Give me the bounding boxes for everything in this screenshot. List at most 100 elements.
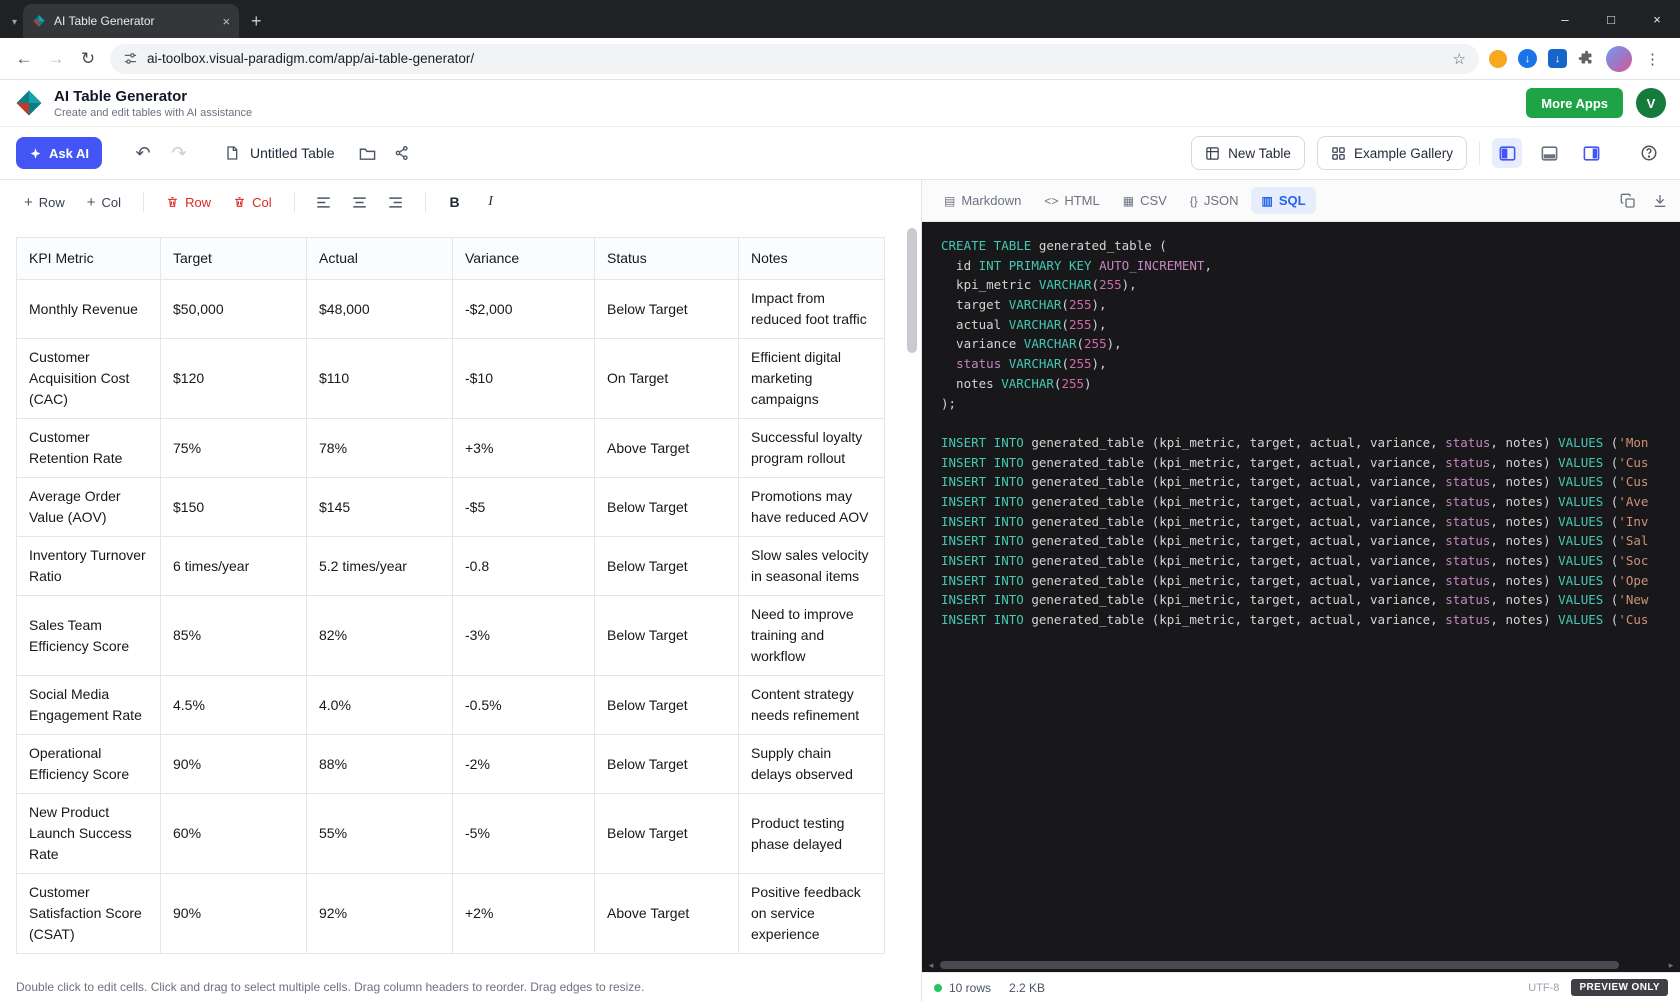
column-header[interactable]: Target xyxy=(161,238,307,280)
tab-search-chevron-icon[interactable]: ▾ xyxy=(12,17,17,28)
layout-panel-right-button[interactable] xyxy=(1576,138,1606,168)
forward-button[interactable]: → xyxy=(40,43,72,75)
delete-row-button[interactable]: Row xyxy=(158,189,219,216)
table-cell[interactable]: 92% xyxy=(307,874,453,954)
window-maximize-button[interactable]: □ xyxy=(1588,0,1634,38)
table-cell[interactable]: 88% xyxy=(307,735,453,794)
table-cell[interactable]: Above Target xyxy=(595,874,739,954)
add-row-button[interactable]: + Row xyxy=(16,189,73,216)
horizontal-scrollbar[interactable]: ◂ ▸ xyxy=(922,958,1680,972)
table-cell[interactable]: Promotions may have reduced AOV xyxy=(739,478,885,537)
table-cell[interactable]: Below Target xyxy=(595,676,739,735)
table-cell[interactable]: Sales Team Efficiency Score xyxy=(17,596,161,676)
table-cell[interactable]: -0.5% xyxy=(453,676,595,735)
table-cell[interactable]: 85% xyxy=(161,596,307,676)
table-cell[interactable]: -3% xyxy=(453,596,595,676)
table-cell[interactable]: Average Order Value (AOV) xyxy=(17,478,161,537)
table-cell[interactable]: 5.2 times/year xyxy=(307,537,453,596)
table-cell[interactable]: 4.0% xyxy=(307,676,453,735)
browser-tab[interactable]: AI Table Generator × xyxy=(23,4,239,38)
open-folder-icon[interactable] xyxy=(359,146,376,161)
refresh-button[interactable]: ↻ xyxy=(72,43,104,75)
column-header[interactable]: Variance xyxy=(453,238,595,280)
document-title[interactable]: Untitled Table xyxy=(250,145,335,161)
table-cell[interactable]: Below Target xyxy=(595,794,739,874)
window-minimize-button[interactable]: – xyxy=(1542,0,1588,38)
ask-ai-button[interactable]: Ask AI xyxy=(16,137,102,169)
table-cell[interactable]: Below Target xyxy=(595,478,739,537)
extension-download-square-icon[interactable]: ↓ xyxy=(1548,49,1567,68)
table-cell[interactable]: 4.5% xyxy=(161,676,307,735)
align-right-button[interactable] xyxy=(381,188,411,216)
align-center-button[interactable] xyxy=(345,188,375,216)
table-cell[interactable]: -5% xyxy=(453,794,595,874)
italic-button[interactable]: I xyxy=(476,188,506,216)
bold-button[interactable]: B xyxy=(440,188,470,216)
table-cell[interactable]: -0.8 xyxy=(453,537,595,596)
url-bar[interactable]: ai-toolbox.visual-paradigm.com/app/ai-ta… xyxy=(110,44,1479,74)
table-cell[interactable]: $145 xyxy=(307,478,453,537)
export-tab-markdown[interactable]: ▤Markdown xyxy=(934,187,1031,214)
user-avatar[interactable]: V xyxy=(1636,88,1666,118)
table-cell[interactable]: -$5 xyxy=(453,478,595,537)
table-cell[interactable]: 6 times/year xyxy=(161,537,307,596)
redo-button[interactable]: ↷ xyxy=(164,143,194,164)
tab-close-icon[interactable]: × xyxy=(222,15,230,28)
vertical-scrollbar[interactable] xyxy=(907,226,917,968)
add-col-button[interactable]: + Col xyxy=(79,189,129,216)
column-header[interactable]: Status xyxy=(595,238,739,280)
column-header[interactable]: Actual xyxy=(307,238,453,280)
browser-menu-icon[interactable]: ⋮ xyxy=(1645,50,1660,68)
table-cell[interactable]: Content strategy needs refinement xyxy=(739,676,885,735)
scrollbar-thumb[interactable] xyxy=(907,228,917,353)
table-cell[interactable]: Positive feedback on service experience xyxy=(739,874,885,954)
site-settings-icon[interactable] xyxy=(123,51,138,66)
undo-button[interactable]: ↶ xyxy=(128,143,158,164)
table-cell[interactable]: Supply chain delays observed xyxy=(739,735,885,794)
table-cell[interactable]: Customer Retention Rate xyxy=(17,419,161,478)
scroll-right-icon[interactable]: ▸ xyxy=(1665,961,1677,970)
scroll-left-icon[interactable]: ◂ xyxy=(925,961,937,970)
download-icon[interactable] xyxy=(1652,193,1668,209)
export-tab-html[interactable]: <>HTML xyxy=(1034,187,1109,214)
table-cell[interactable]: Monthly Revenue xyxy=(17,280,161,339)
column-header[interactable]: KPI Metric xyxy=(17,238,161,280)
extension-orange-icon[interactable] xyxy=(1489,50,1507,68)
copy-icon[interactable] xyxy=(1620,193,1636,209)
example-gallery-button[interactable]: Example Gallery xyxy=(1317,136,1467,170)
table-cell[interactable]: Customer Satisfaction Score (CSAT) xyxy=(17,874,161,954)
table-cell[interactable]: Efficient digital marketing campaigns xyxy=(739,339,885,419)
align-left-button[interactable] xyxy=(309,188,339,216)
table-cell[interactable]: Social Media Engagement Rate xyxy=(17,676,161,735)
table-cell[interactable]: -2% xyxy=(453,735,595,794)
table-cell[interactable]: +3% xyxy=(453,419,595,478)
table-cell[interactable]: $48,000 xyxy=(307,280,453,339)
table-cell[interactable]: 75% xyxy=(161,419,307,478)
table-cell[interactable]: Impact from reduced foot traffic xyxy=(739,280,885,339)
table-cell[interactable]: Below Target xyxy=(595,280,739,339)
table-cell[interactable]: Customer Acquisition Cost (CAC) xyxy=(17,339,161,419)
bookmark-star-icon[interactable]: ☆ xyxy=(1453,50,1466,68)
table-cell[interactable]: Below Target xyxy=(595,537,739,596)
table-cell[interactable]: 78% xyxy=(307,419,453,478)
table-cell[interactable]: 82% xyxy=(307,596,453,676)
table-cell[interactable]: -$10 xyxy=(453,339,595,419)
table-cell[interactable]: Successful loyalty program rollout xyxy=(739,419,885,478)
table-cell[interactable]: Below Target xyxy=(595,735,739,794)
more-apps-button[interactable]: More Apps xyxy=(1526,88,1623,118)
table-cell[interactable]: Operational Efficiency Score xyxy=(17,735,161,794)
table-cell[interactable]: On Target xyxy=(595,339,739,419)
column-header[interactable]: Notes xyxy=(739,238,885,280)
table-cell[interactable]: Above Target xyxy=(595,419,739,478)
new-table-button[interactable]: New Table xyxy=(1191,136,1305,170)
layout-split-rows-button[interactable] xyxy=(1534,138,1564,168)
layout-split-columns-button[interactable] xyxy=(1492,138,1522,168)
table-cell[interactable]: $150 xyxy=(161,478,307,537)
table-cell[interactable]: -$2,000 xyxy=(453,280,595,339)
extensions-puzzle-icon[interactable] xyxy=(1578,50,1595,67)
help-button[interactable] xyxy=(1634,138,1664,168)
extension-download-circle-icon[interactable]: ↓ xyxy=(1518,49,1537,68)
table-cell[interactable]: $50,000 xyxy=(161,280,307,339)
back-button[interactable]: ← xyxy=(8,43,40,75)
table-cell[interactable]: $110 xyxy=(307,339,453,419)
